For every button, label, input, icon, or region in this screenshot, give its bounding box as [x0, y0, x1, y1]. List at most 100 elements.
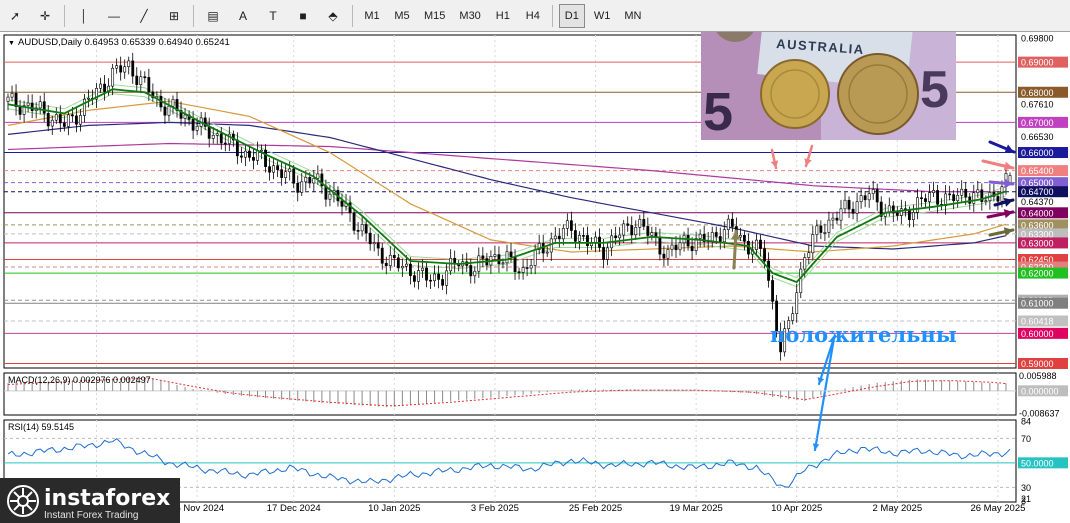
timeframe-w1[interactable]: W1	[589, 4, 616, 28]
candle-body	[244, 150, 247, 158]
timeframe-m30[interactable]: M30	[454, 4, 485, 28]
candle-body	[38, 101, 42, 109]
vertical-line-tool-button[interactable]: │	[71, 4, 97, 28]
candle-body	[425, 267, 428, 281]
timeframe-h4[interactable]: H4	[520, 4, 546, 28]
candle-body	[473, 270, 477, 277]
timeframe-m5[interactable]: M5	[389, 4, 415, 28]
candle-body	[815, 225, 819, 235]
candle-body	[855, 201, 859, 214]
candle-body	[843, 199, 847, 210]
candle-body	[131, 60, 135, 77]
horizontal-line-tool-button[interactable]: —	[101, 4, 127, 28]
candle-body	[976, 189, 980, 194]
candle-body	[115, 65, 119, 69]
channel-tool-button[interactable]: ▤	[200, 4, 226, 28]
price-tag-label: 0.65400	[1021, 166, 1054, 176]
candle-body	[972, 192, 976, 204]
candle-body	[807, 252, 811, 258]
candle-body	[686, 235, 690, 247]
candle-body	[867, 193, 871, 201]
candle-body	[223, 142, 227, 145]
candle-body	[171, 99, 175, 107]
candle-body	[219, 133, 223, 144]
candle-body	[622, 223, 626, 236]
candle-body	[638, 219, 642, 228]
candle-body	[505, 251, 509, 264]
candle-body	[183, 114, 187, 119]
price-tag-label: 0.61000	[1021, 299, 1054, 309]
candle-body	[634, 226, 638, 236]
candle-body	[42, 101, 46, 114]
x-tick-label: 25 Feb 2025	[569, 503, 622, 514]
candle-body	[545, 251, 549, 254]
candle-body	[191, 119, 195, 131]
timeframe-d1[interactable]: D1	[558, 3, 585, 28]
candle-body	[372, 242, 376, 245]
price-tag-label: 0.62000	[1021, 269, 1054, 279]
candle-body	[730, 218, 734, 227]
timeframe-m1[interactable]: M1	[359, 4, 385, 28]
cursor-arrow-icon: ➚	[9, 8, 21, 23]
vertical-line-icon: │	[80, 8, 88, 23]
text-label-tool-button[interactable]: T	[260, 4, 286, 28]
candle-body	[119, 65, 123, 73]
logo-tagline: Instant Forex Trading	[44, 510, 139, 521]
candle-body	[916, 197, 919, 213]
candle-body	[328, 193, 332, 200]
candle-body	[646, 226, 650, 236]
toolbar-separator	[193, 4, 194, 27]
candle-body	[827, 219, 831, 233]
cursor-arrow-tool-button[interactable]: ➚	[2, 4, 28, 28]
candle-body	[312, 178, 316, 184]
candle-body	[1000, 186, 1004, 202]
candle-body	[690, 245, 694, 251]
candle-body	[960, 188, 964, 196]
rectangle-icon: ■	[299, 8, 307, 23]
candle-body	[123, 66, 127, 73]
candle-body	[525, 267, 529, 269]
toolbar-separator	[64, 4, 65, 27]
horizontal-line-icon: —	[108, 8, 120, 23]
price-tag-label: 0.67000	[1021, 118, 1054, 128]
rsi-axis-label: 30	[1021, 483, 1031, 493]
crosshair-tool-button[interactable]: ✛	[32, 4, 58, 28]
candle-body	[127, 60, 131, 68]
candle-body	[300, 181, 304, 193]
price-tag-label: 0.69000	[1021, 58, 1054, 68]
timeframe-h1[interactable]: H1	[490, 4, 516, 28]
candle-body	[803, 257, 807, 270]
candle-body	[211, 134, 215, 139]
candle-body	[477, 255, 481, 272]
shapes-menu-tool-button[interactable]: ⬘	[320, 4, 346, 28]
timeframe-mn[interactable]: MN	[619, 4, 646, 28]
trendline-icon: ╱	[140, 8, 148, 23]
candle-body	[304, 177, 308, 183]
candle-body	[207, 126, 211, 139]
fibonacci-tool-button[interactable]: ⊞	[161, 4, 187, 28]
candle-body	[99, 83, 102, 89]
candle-body	[771, 280, 774, 302]
candle-body	[553, 235, 557, 240]
candle-body	[46, 113, 50, 127]
text-tool-button[interactable]: A	[230, 4, 256, 28]
rsi-axis-label: 3	[1021, 496, 1026, 506]
price-tag-label: 0.68000	[1021, 88, 1054, 98]
rectangle-tool-button[interactable]: ■	[290, 4, 316, 28]
candle-body	[658, 237, 662, 255]
channel-icon: ▤	[207, 8, 219, 23]
chart-area[interactable]: 1 Nov 202425 Nov 202417 Dec 202410 Jan 2…	[0, 32, 1070, 523]
candle-body	[481, 255, 485, 259]
candle-body	[936, 190, 939, 205]
price-tag-label: 0.60000	[1021, 329, 1054, 339]
candle-body	[529, 265, 533, 269]
trendline-tool-button[interactable]: ╱	[131, 4, 157, 28]
candle-body	[642, 219, 646, 227]
candle-body	[70, 114, 74, 117]
price-axis-label: 0.69800	[1021, 34, 1054, 44]
candle-body	[316, 173, 320, 179]
candle-body	[928, 192, 931, 202]
candle-body	[376, 242, 380, 249]
candle-body	[863, 195, 867, 201]
timeframe-m15[interactable]: M15	[419, 4, 450, 28]
